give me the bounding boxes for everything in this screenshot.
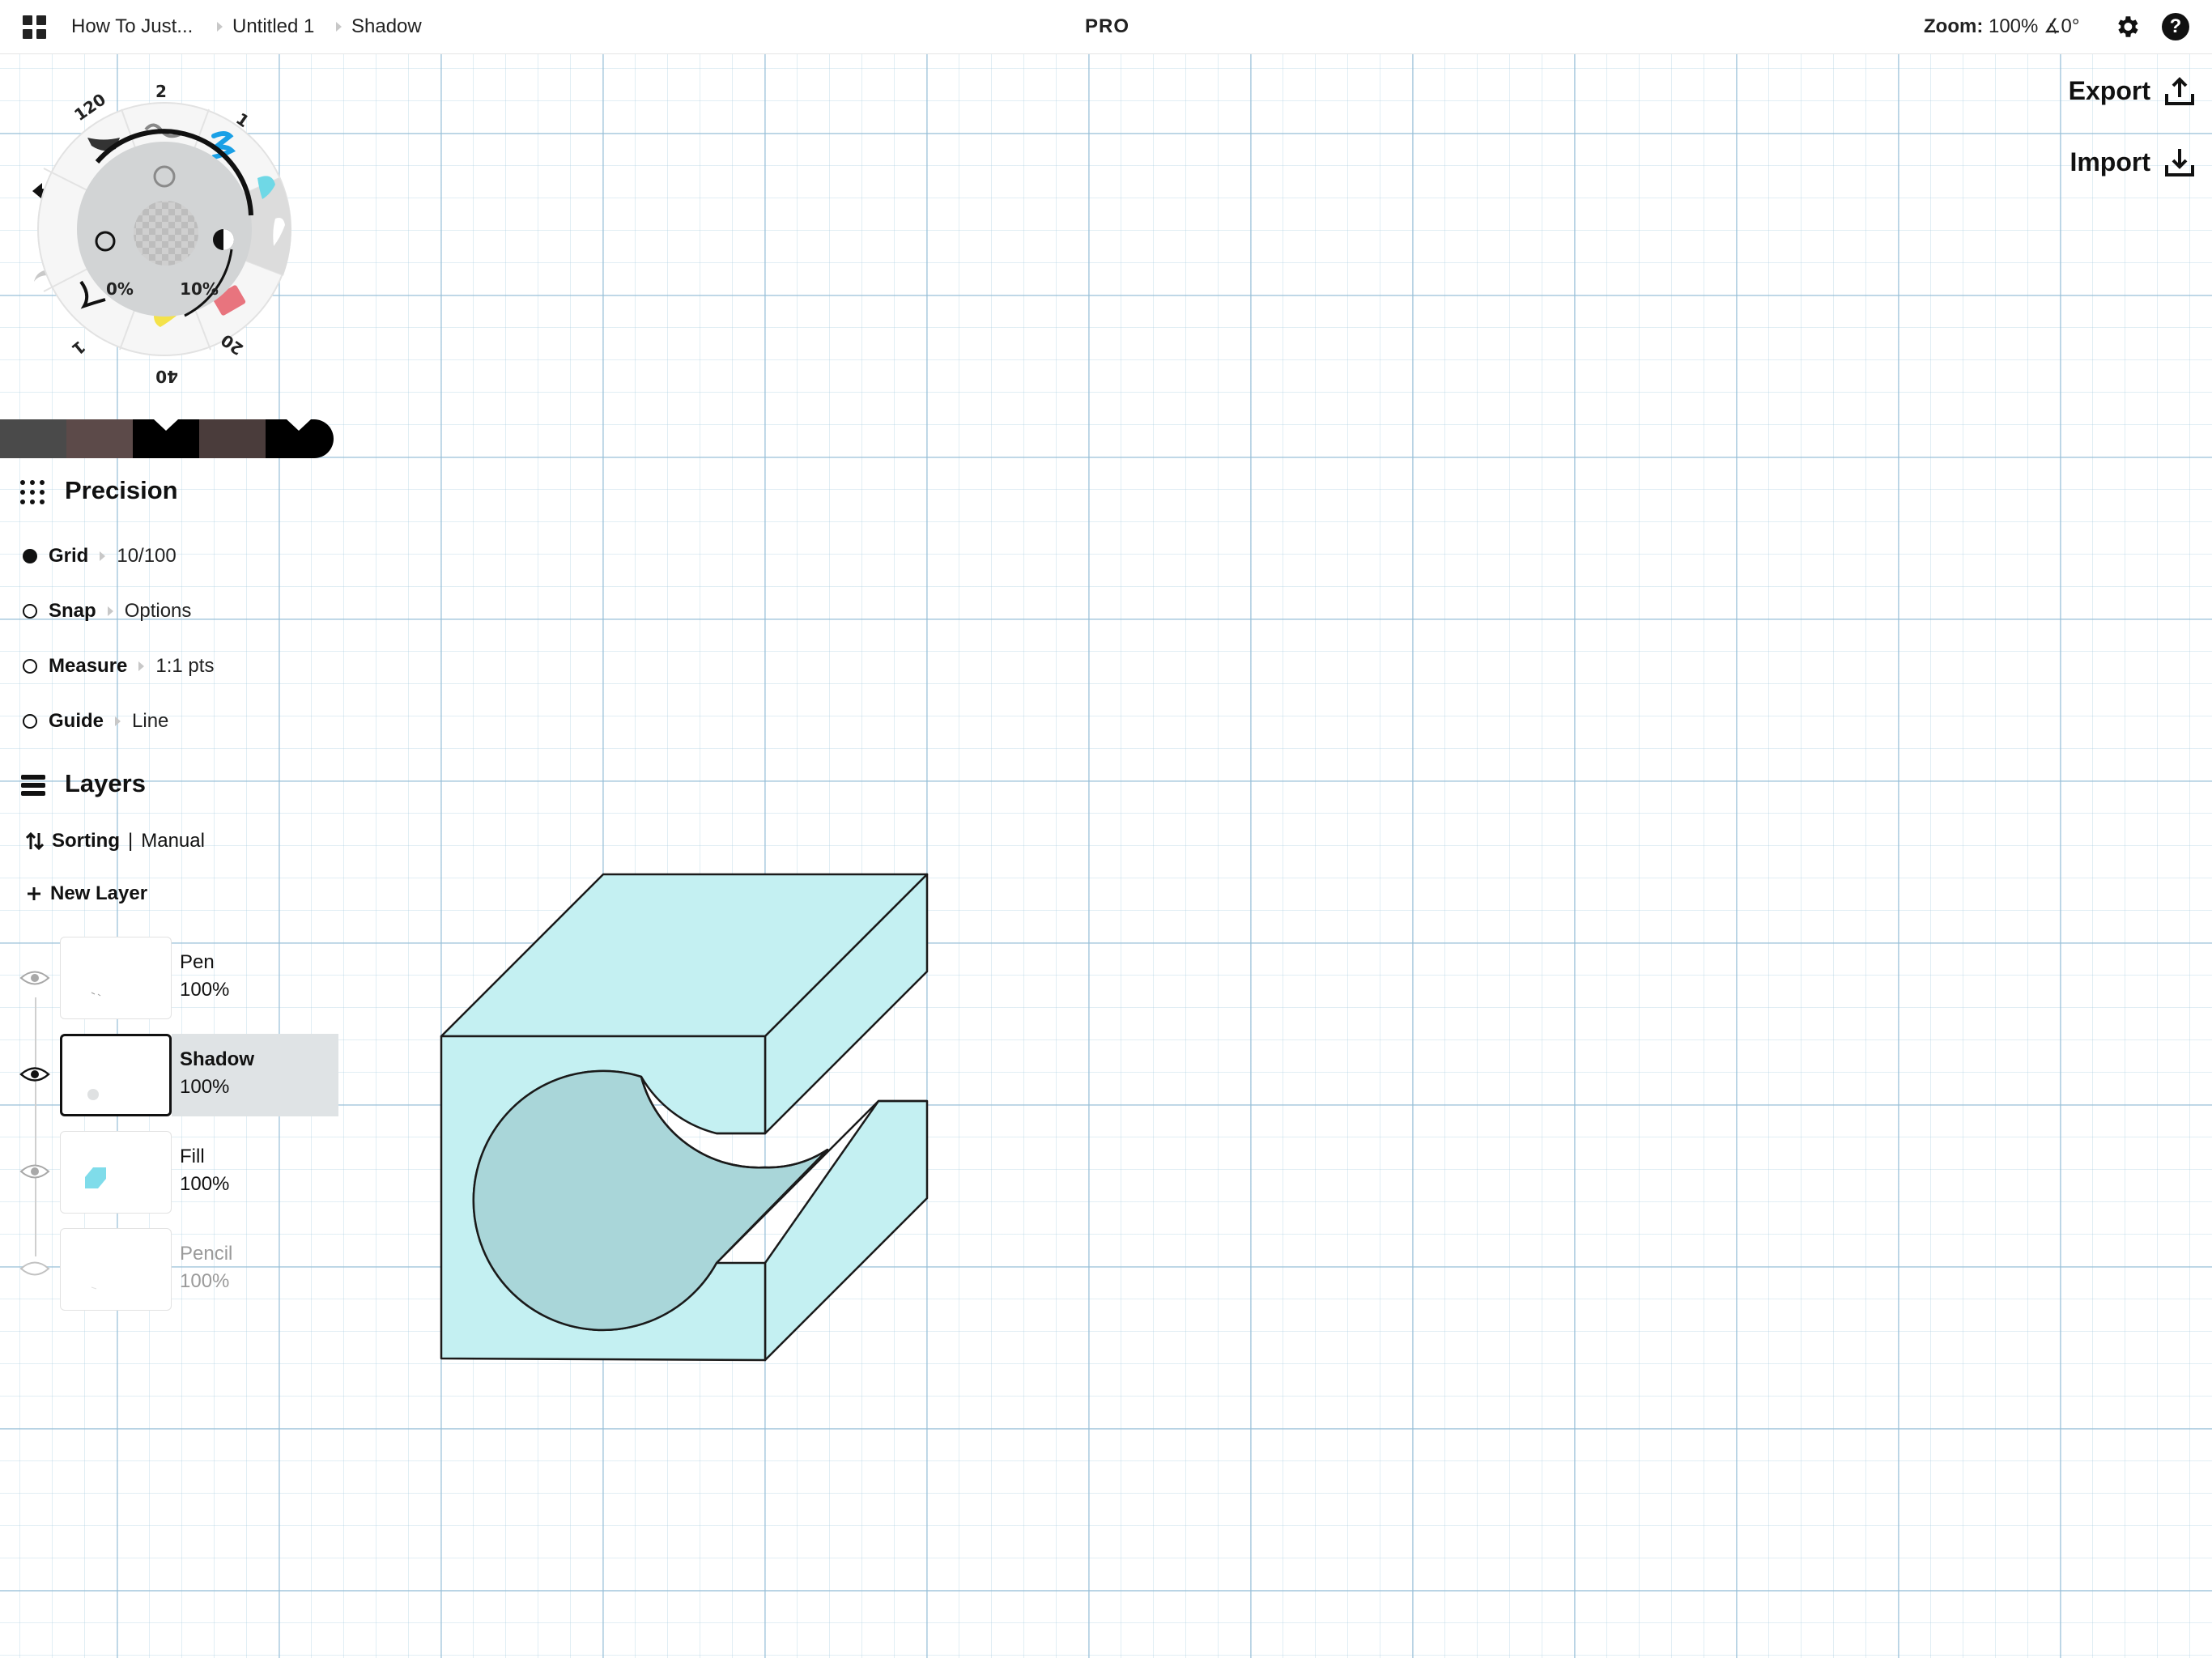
- snap-toggle[interactable]: [23, 604, 37, 619]
- grid-label: Grid: [49, 545, 89, 567]
- layer-name: Fill: [180, 1146, 205, 1167]
- layer-name: Pen: [180, 951, 215, 973]
- plus-icon: [28, 887, 40, 900]
- top-bar: How To Just... Untitled 1 Shadow PRO Zoo…: [0, 0, 2212, 54]
- measure-toggle[interactable]: [23, 659, 37, 674]
- import-label: Import: [2069, 147, 2150, 176]
- palette-swatch[interactable]: [266, 419, 334, 458]
- snap-value[interactable]: Options: [125, 600, 192, 623]
- eye-icon[interactable]: [19, 969, 50, 987]
- layer-row-pencil[interactable]: Pencil 100%: [60, 1228, 279, 1312]
- palette-swatch[interactable]: [0, 419, 66, 458]
- pro-badge[interactable]: PRO: [1085, 0, 1129, 53]
- layer-name: Shadow: [180, 1048, 255, 1070]
- block-lower-side-face: [764, 1099, 929, 1362]
- opacity-left-label: 0%: [106, 279, 134, 299]
- breadcrumb-gallery[interactable]: How To Just...: [71, 0, 193, 53]
- layer-thumbnail[interactable]: [60, 1131, 172, 1214]
- sorting-divider: |: [128, 830, 134, 852]
- tool-size-label: 40: [155, 367, 178, 386]
- export-label: Export: [2068, 75, 2150, 105]
- layer-row-fill[interactable]: Fill 100%: [60, 1131, 279, 1215]
- sort-arrows-icon: [26, 831, 44, 851]
- sorting-control[interactable]: Sorting | Manual: [26, 830, 205, 852]
- precision-grid-icon: [20, 480, 45, 504]
- precision-title: Precision: [65, 476, 178, 504]
- breadcrumb-separator: [336, 22, 342, 32]
- layer-row-shadow[interactable]: Shadow 100%: [60, 1034, 338, 1118]
- download-icon: [2165, 149, 2194, 176]
- import-button[interactable]: Import: [2069, 142, 2196, 181]
- palette-swatch[interactable]: [199, 419, 266, 458]
- layer-thumbnail[interactable]: [60, 1034, 172, 1116]
- sorting-label: Sorting: [52, 830, 120, 852]
- precision-snap-row[interactable]: Snap Options: [23, 597, 191, 625]
- tool-size-label: 1: [68, 337, 89, 359]
- precision-measure-row[interactable]: Measure 1:1 pts: [23, 653, 214, 680]
- precision-guide-row[interactable]: Guide Line: [23, 708, 168, 735]
- opacity-right-label: 10%: [180, 279, 219, 299]
- eye-icon[interactable]: [19, 1065, 50, 1083]
- apps-grid-icon[interactable]: [23, 15, 47, 40]
- layer-opacity: 100%: [180, 1173, 230, 1195]
- palette-swatch[interactable]: [133, 419, 199, 458]
- breadcrumb-separator: [217, 22, 223, 32]
- tool-wheel[interactable]: 120 2 1 20 40 1 0% 10%: [32, 73, 332, 389]
- swatch-notch: [287, 419, 311, 431]
- tool-size-label: 2: [155, 82, 167, 101]
- snap-label: Snap: [49, 600, 96, 622]
- new-layer-button[interactable]: New Layer: [26, 882, 147, 905]
- layer-opacity: 100%: [180, 1076, 230, 1098]
- guide-toggle[interactable]: [23, 714, 37, 729]
- layer-thumbnail[interactable]: [60, 1228, 172, 1311]
- measure-label: Measure: [49, 655, 128, 677]
- layer-connector: [35, 997, 36, 1256]
- help-icon[interactable]: ?: [2162, 13, 2189, 40]
- export-button[interactable]: Export: [2069, 71, 2196, 110]
- breadcrumb-drawing[interactable]: Untitled 1: [232, 0, 314, 53]
- swatch-notch: [154, 419, 178, 431]
- sorting-value: Manual: [141, 830, 205, 852]
- gear-icon[interactable]: [2113, 13, 2141, 40]
- grid-toggle[interactable]: [23, 549, 37, 563]
- zoom-label: Zoom:: [1924, 15, 1984, 37]
- new-layer-label: New Layer: [50, 882, 148, 904]
- guide-label: Guide: [49, 710, 104, 732]
- breadcrumb-layer[interactable]: Shadow: [351, 0, 422, 53]
- layers-icon: [21, 775, 45, 796]
- layer-opacity: 100%: [180, 979, 230, 1001]
- canvas-drawing[interactable]: [405, 850, 972, 1376]
- color-palette[interactable]: [0, 419, 334, 458]
- layer-name: Pencil: [180, 1243, 233, 1265]
- zoom-value: 100% ∡0°: [1988, 15, 2080, 37]
- layer-row-pen[interactable]: Pen 100%: [60, 937, 279, 1021]
- grid-value[interactable]: 10/100: [117, 545, 176, 568]
- color-preview[interactable]: [134, 201, 198, 266]
- palette-swatch[interactable]: [66, 419, 133, 458]
- zoom-indicator[interactable]: Zoom: 100% ∡0°: [1924, 0, 2080, 53]
- eye-icon[interactable]: [19, 1163, 50, 1180]
- measure-value[interactable]: 1:1 pts: [155, 655, 214, 678]
- guide-value[interactable]: Line: [132, 710, 168, 733]
- precision-grid-row[interactable]: Grid 10/100: [23, 542, 177, 570]
- eye-closed-icon[interactable]: [19, 1260, 50, 1278]
- layers-title: Layers: [65, 769, 146, 797]
- layer-opacity: 100%: [180, 1270, 230, 1292]
- layer-thumbnail[interactable]: [60, 937, 172, 1019]
- upload-icon: [2165, 77, 2194, 105]
